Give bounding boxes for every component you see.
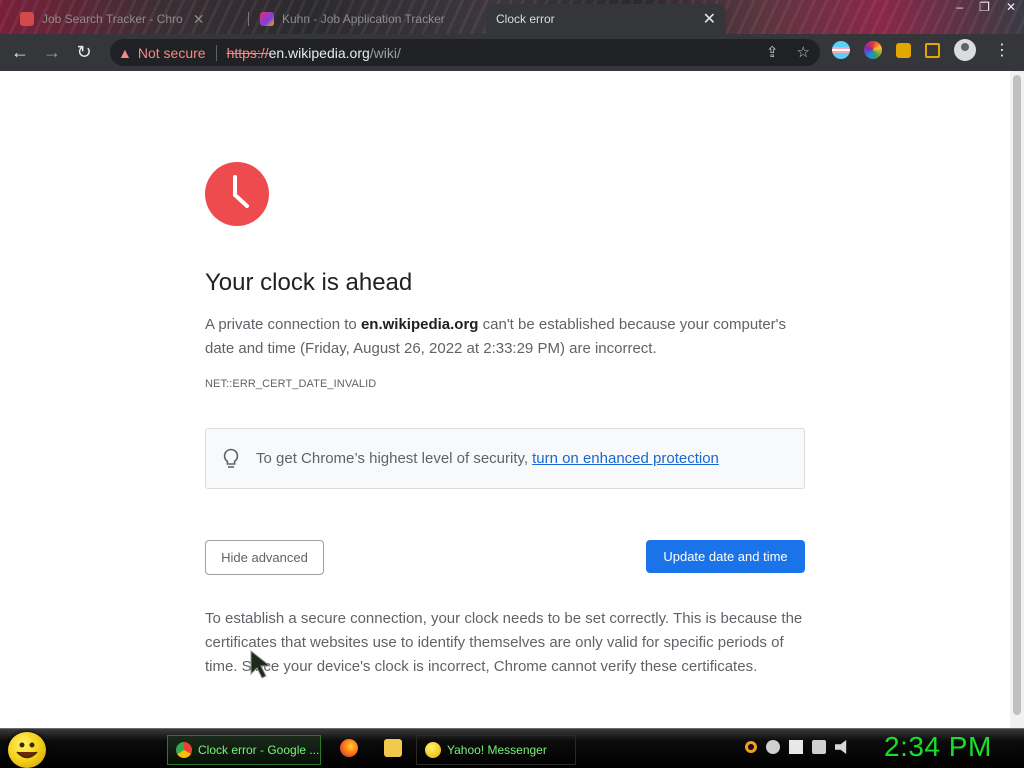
tab-title: Kuhn - Job Application Tracker	[282, 12, 445, 26]
description-prefix: A private connection to	[205, 316, 361, 333]
url-text[interactable]: https://en.wikipedia.org/wiki/	[227, 45, 401, 61]
enhanced-protection-link[interactable]: turn on enhanced protection	[532, 450, 719, 467]
volume-icon[interactable]	[835, 740, 847, 754]
tab-close-icon[interactable]: ✕	[703, 9, 716, 29]
folder-icon[interactable]	[384, 739, 402, 757]
action-center-flag-icon[interactable]	[789, 740, 803, 754]
advanced-details: To establish a secure connection, your c…	[205, 610, 803, 675]
maximize-icon[interactable]: ❐	[979, 0, 990, 14]
taskbar-item-label: Clock error - Google ...	[198, 743, 320, 757]
tab-close-icon[interactable]: ✕	[193, 11, 205, 28]
lightbulb-icon	[223, 448, 239, 468]
error-code[interactable]: NET::ERR_CERT_DATE_INVALID	[205, 378, 376, 390]
tab-strip: Job Search Tracker - Chro ✕ Kuhn - Job A…	[0, 0, 1024, 34]
tab-favicon-icon	[20, 12, 34, 26]
not-secure-label[interactable]: Not secure	[138, 45, 206, 61]
os-taskbar: Clock error - Google ... Yahoo! Messenge…	[0, 728, 1024, 768]
tab-separator	[248, 12, 249, 26]
scrollbar-thumb[interactable]	[1013, 75, 1021, 715]
yahoo-messenger-icon	[425, 742, 441, 758]
tip-text: To get Chrome’s highest level of securit…	[256, 450, 529, 467]
taskbar-clock[interactable]: 2:34 PM	[884, 731, 992, 763]
search-icon[interactable]	[745, 741, 757, 753]
profile-avatar-icon[interactable]	[954, 39, 976, 61]
enhanced-protection-tip: To get Chrome’s highest level of securit…	[205, 428, 805, 489]
page-title: Your clock is ahead	[205, 269, 413, 296]
minimize-icon[interactable]: –	[956, 0, 963, 14]
url-protocol: https://	[226, 44, 269, 61]
extensions-puzzle-icon[interactable]	[896, 42, 911, 58]
extension-icon[interactable]	[832, 41, 850, 59]
network-icon[interactable]	[812, 740, 826, 754]
tab-clock-error[interactable]: Clock error ✕	[486, 4, 726, 34]
tab-job-application-tracker[interactable]: Kuhn - Job Application Tracker	[250, 4, 482, 34]
tab-favicon-icon	[260, 12, 274, 26]
update-date-time-button[interactable]: Update date and time	[646, 540, 805, 573]
kebab-menu-icon[interactable]: ⋮	[994, 40, 1010, 60]
share-icon[interactable]: ⇪	[766, 43, 779, 61]
chrome-icon	[176, 742, 192, 758]
extensions-area: ⋮	[832, 39, 1010, 61]
tab-title: Job Search Tracker - Chro	[42, 12, 183, 26]
address-separator	[215, 44, 217, 61]
hide-advanced-button[interactable]: Hide advanced	[205, 540, 324, 575]
clock-error-icon	[205, 162, 269, 226]
tab-title: Clock error	[496, 12, 555, 26]
taskbar-item-chrome[interactable]: Clock error - Google ...	[167, 735, 321, 765]
error-description: A private connection to en.wikipedia.org…	[205, 313, 805, 361]
tray-app-icon[interactable]	[766, 740, 780, 754]
window-controls: – ❐ ✕	[956, 0, 1016, 14]
firefox-icon[interactable]	[340, 739, 358, 757]
reload-icon[interactable]: ↻	[68, 37, 100, 69]
start-button[interactable]	[8, 732, 46, 768]
taskbar-item-label: Yahoo! Messenger	[447, 743, 547, 757]
url-host: en.wikipedia.org	[268, 44, 370, 61]
page-scrollbar[interactable]	[1010, 71, 1024, 728]
extension-icon[interactable]	[864, 41, 882, 59]
back-arrow-icon[interactable]: ←	[4, 37, 36, 69]
url-path: /wiki/	[369, 44, 401, 61]
tab-job-search-tracker[interactable]: Job Search Tracker - Chro ✕	[10, 4, 248, 34]
mouse-cursor-icon	[250, 650, 272, 679]
address-bar-actions: ⇪ ☆	[766, 43, 810, 61]
close-window-icon[interactable]: ✕	[1006, 0, 1016, 14]
browser-toolbar: ← → ↻ ▲ Not secure https://en.wikipedia.…	[0, 34, 1024, 71]
side-panel-icon[interactable]	[925, 42, 940, 58]
system-tray	[745, 740, 849, 754]
interstitial-page: Your clock is ahead A private connection…	[0, 71, 1010, 728]
taskbar-item-yahoo-messenger[interactable]: Yahoo! Messenger	[416, 735, 576, 765]
warning-triangle-icon[interactable]: ▲	[118, 45, 132, 61]
bookmark-star-icon[interactable]: ☆	[797, 43, 810, 61]
smiley-icon	[16, 742, 38, 759]
forward-arrow-icon[interactable]: →	[36, 37, 68, 69]
description-host: en.wikipedia.org	[360, 316, 479, 333]
address-bar[interactable]: ▲ Not secure https://en.wikipedia.org/wi…	[110, 39, 820, 66]
